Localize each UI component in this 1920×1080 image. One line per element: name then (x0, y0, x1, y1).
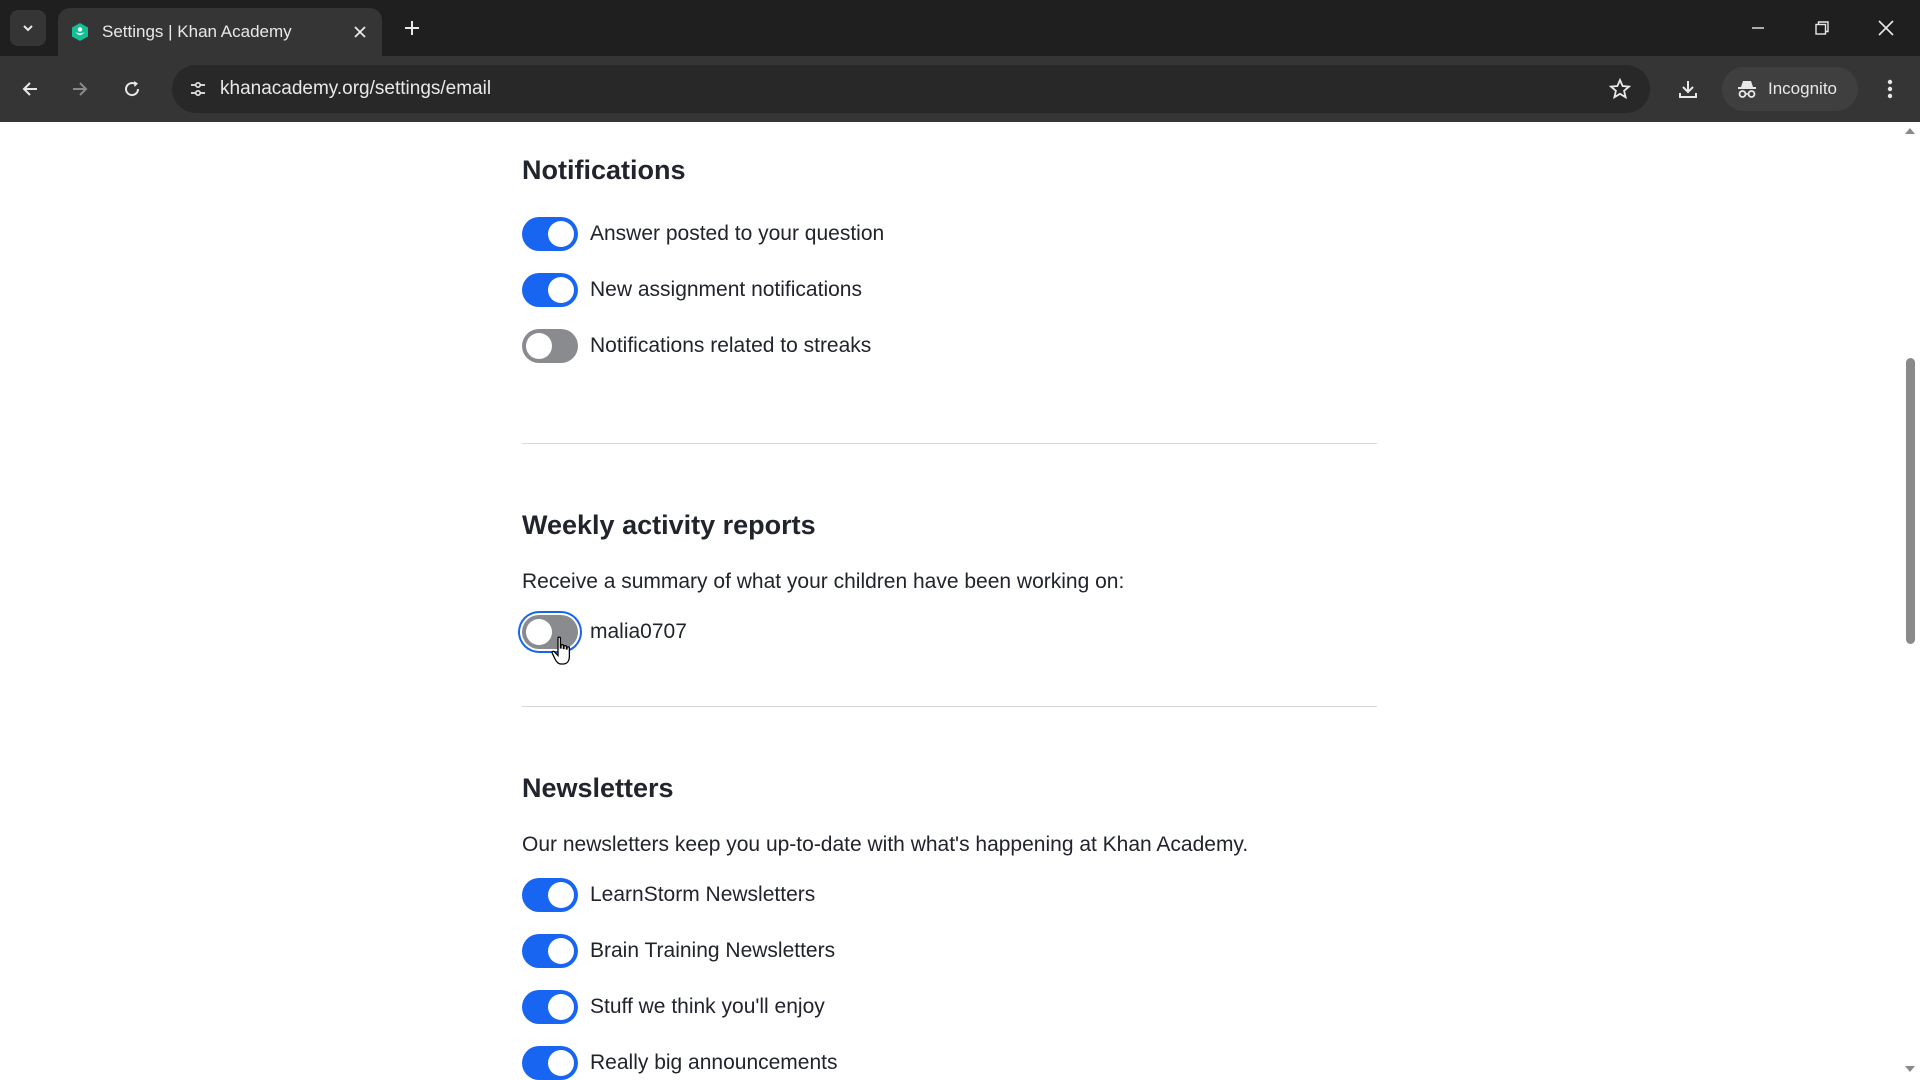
browser-menu-button[interactable] (1870, 69, 1910, 109)
newsletters-description: Our newsletters keep you up-to-date with… (522, 833, 1249, 856)
weekly-reports-description: Receive a summary of what your children … (522, 570, 1125, 593)
new-tab-button[interactable] (396, 12, 428, 44)
answer-posted-toggle[interactable] (522, 217, 578, 251)
minimize-button[interactable] (1734, 8, 1782, 48)
toggle-label: Really big announcements (590, 1051, 838, 1074)
chevron-down-icon (23, 25, 33, 32)
notification-row-answer-posted: Answer posted to your question (522, 216, 884, 252)
scroll-up-arrow-icon[interactable] (1905, 128, 1915, 134)
toggle-label: Notifications related to streaks (590, 334, 872, 357)
close-icon (1878, 20, 1894, 36)
section-divider (522, 706, 1377, 707)
scroll-down-arrow-icon[interactable] (1905, 1066, 1915, 1072)
url-text: khanacademy.org/settings/email (220, 78, 492, 99)
tab-title: Settings | Khan Academy (102, 22, 292, 41)
newsletters-heading: Newsletters (522, 773, 674, 803)
bookmark-button[interactable] (1604, 73, 1636, 105)
reload-button[interactable] (112, 69, 152, 109)
minimize-icon (1752, 27, 1764, 29)
newsletter-row-stuff-enjoy: Stuff we think you'll enjoy (522, 989, 825, 1025)
tab-close-button[interactable] (348, 20, 372, 44)
page-scrollbar[interactable] (1900, 122, 1920, 1080)
more-vertical-icon (1887, 79, 1893, 99)
notification-row-streaks: Notifications related to streaks (522, 328, 871, 364)
plus-icon (405, 21, 419, 35)
toggle-knob (526, 333, 552, 359)
reload-icon (125, 81, 140, 97)
forward-button[interactable] (60, 69, 100, 109)
weekly-reports-heading: Weekly activity reports (522, 510, 816, 540)
tab-strip: Settings | Khan Academy (0, 0, 1920, 56)
toggle-label: malia0707 (590, 620, 687, 643)
site-info-button[interactable] (182, 73, 214, 105)
new-assignment-toggle[interactable] (522, 273, 578, 307)
back-button[interactable] (10, 69, 50, 109)
tab-search-button[interactable] (10, 10, 46, 46)
incognito-label: Incognito (1768, 79, 1837, 98)
notification-row-new-assignment: New assignment notifications (522, 272, 862, 308)
active-tab[interactable]: Settings | Khan Academy (58, 8, 382, 56)
incognito-badge[interactable]: Incognito (1722, 67, 1858, 111)
toggle-label: Answer posted to your question (590, 222, 885, 245)
toggle-knob (526, 619, 552, 645)
arrow-right-icon (73, 82, 88, 96)
incognito-icon (1738, 81, 1756, 98)
download-icon (1679, 81, 1697, 98)
browser-toolbar: khanacademy.org/settings/email Incognito (0, 56, 1920, 122)
close-window-button[interactable] (1862, 8, 1910, 48)
big-announcements-toggle[interactable] (522, 1046, 578, 1080)
toggle-knob (548, 221, 574, 247)
learnstorm-toggle[interactable] (522, 878, 578, 912)
scroll-thumb[interactable] (1906, 358, 1915, 644)
newsletter-row-brain-training: Brain Training Newsletters (522, 933, 835, 969)
toggle-label: LearnStorm Newsletters (590, 883, 816, 906)
stuff-enjoy-toggle[interactable] (522, 990, 578, 1024)
page-content: Notifications Answer posted to your ques… (0, 122, 1920, 1080)
toggle-knob (548, 882, 574, 908)
address-bar[interactable]: khanacademy.org/settings/email (172, 65, 1650, 113)
toggle-knob (548, 277, 574, 303)
toggle-knob (548, 1050, 574, 1076)
weekly-report-row-child: malia0707 (522, 614, 687, 650)
restore-button[interactable] (1798, 8, 1846, 48)
restore-icon (1815, 21, 1829, 35)
khan-academy-favicon-icon (72, 23, 88, 41)
star-icon (1609, 78, 1631, 100)
toggle-knob (548, 994, 574, 1020)
hand-cursor-icon (551, 636, 571, 665)
notifications-heading: Notifications (522, 155, 686, 185)
section-divider (522, 443, 1377, 444)
toggle-knob (548, 938, 574, 964)
streaks-toggle[interactable] (522, 329, 578, 363)
close-icon (354, 26, 366, 38)
arrow-left-icon (22, 82, 37, 96)
newsletter-row-learnstorm: LearnStorm Newsletters (522, 877, 815, 913)
downloads-button[interactable] (1668, 69, 1708, 109)
brain-training-toggle[interactable] (522, 934, 578, 968)
tune-icon (191, 81, 205, 97)
toggle-label: Stuff we think you'll enjoy (590, 995, 825, 1018)
toggle-label: Brain Training Newsletters (590, 939, 836, 962)
newsletter-row-big-announcements: Really big announcements (522, 1045, 838, 1080)
toggle-label: New assignment notifications (590, 278, 862, 301)
